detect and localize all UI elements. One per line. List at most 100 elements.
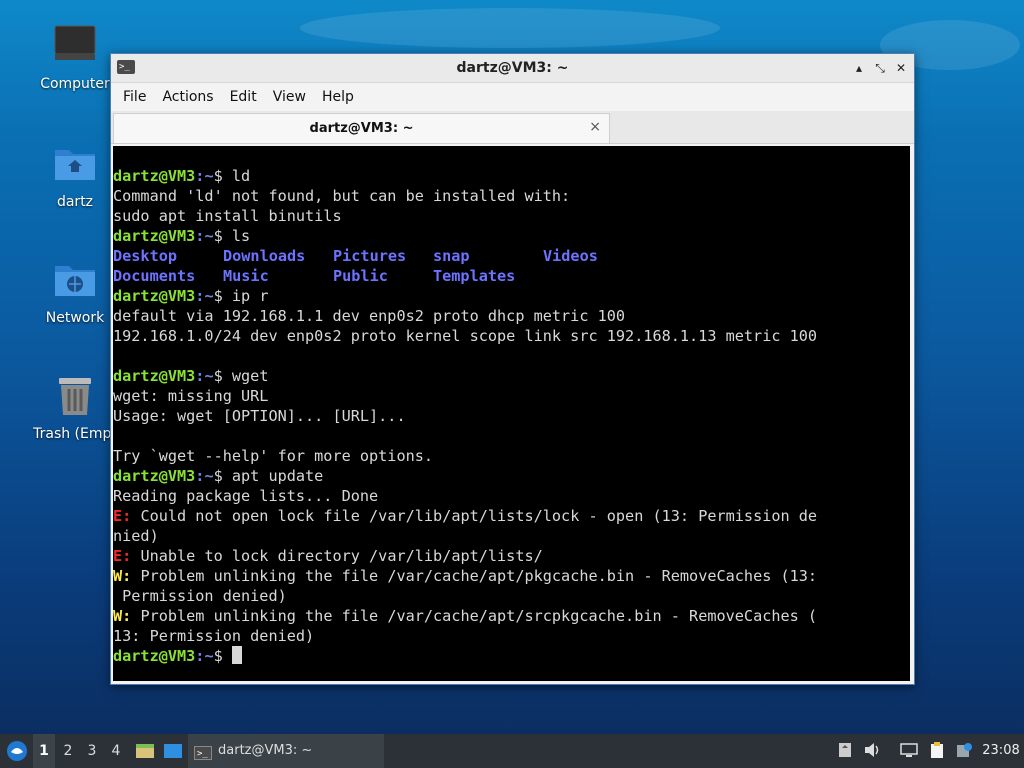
- prompt-path: :~: [195, 467, 214, 485]
- menu-bar: File Actions Edit View Help: [111, 83, 914, 111]
- prompt-path: :~: [195, 227, 214, 245]
- command-text: ls: [231, 227, 251, 245]
- terminal-line: dartz@VM3:~$ ls: [113, 226, 910, 246]
- command-text: wget: [231, 367, 269, 385]
- warning-prefix: W:: [113, 567, 132, 585]
- ls-entry: Public: [333, 267, 388, 285]
- show-desktop-button[interactable]: [161, 734, 185, 768]
- volume-icon[interactable]: [861, 742, 883, 760]
- ls-output-row: Desktop Downloads Pictures snap Videos: [113, 246, 910, 266]
- tab-bar: dartz@VM3: ~ ×: [111, 111, 914, 144]
- notes-icon: [931, 742, 943, 758]
- file-manager-icon: [136, 743, 154, 758]
- ls-entry: Videos: [543, 247, 598, 265]
- terminal-line: 13: Permission denied): [113, 627, 315, 645]
- terminal-line: dartz@VM3:~$ ip r: [113, 286, 910, 306]
- lubuntu-logo-icon: [7, 740, 27, 761]
- ls-entry: Desktop: [113, 247, 178, 265]
- update-notifier-icon[interactable]: [953, 742, 975, 760]
- ls-entry: Music: [223, 267, 269, 285]
- warning-prefix: W:: [113, 607, 132, 625]
- taskbar-task-terminal[interactable]: >_ dartz@VM3: ~: [188, 734, 384, 768]
- prompt-sign: $: [213, 287, 232, 305]
- terminal-error-line: E: Unable to lock directory /var/lib/apt…: [113, 546, 910, 566]
- clock[interactable]: 23:08: [978, 734, 1024, 768]
- terminal-line: 192.168.1.0/24 dev enp0s2 proto kernel s…: [113, 327, 818, 345]
- prompt-path: :~: [195, 647, 214, 665]
- workspace-1[interactable]: 1: [33, 734, 55, 768]
- terminal-line: wget: missing URL: [113, 387, 269, 405]
- prompt-sign: $: [213, 467, 232, 485]
- tab-close-icon[interactable]: ×: [589, 119, 601, 135]
- prompt-path: :~: [195, 367, 214, 385]
- prompt-user: dartz@VM3: [113, 367, 196, 385]
- menu-edit[interactable]: Edit: [222, 89, 265, 105]
- start-menu-button[interactable]: [4, 734, 30, 768]
- terminal-line: Usage: wget [OPTION]... [URL]...: [113, 407, 406, 425]
- speaker-icon: [865, 743, 879, 757]
- terminal-line: default via 192.168.1.1 dev enp0s2 proto…: [113, 307, 626, 325]
- trash-icon: [51, 372, 99, 420]
- menu-actions[interactable]: Actions: [154, 89, 221, 105]
- prompt-sign: $: [213, 367, 232, 385]
- wallpaper-ripple: [300, 8, 720, 48]
- file-manager-launcher[interactable]: [133, 734, 157, 768]
- terminal-output[interactable]: dartz@VM3:~$ ld Command 'ld' not found, …: [113, 146, 910, 681]
- tab-label: dartz@VM3: ~: [309, 121, 414, 136]
- terminal-line: dartz@VM3:~$ ld: [113, 166, 910, 186]
- terminal-line: Try `wget --help' for more options.: [113, 447, 434, 465]
- network-tray-icon[interactable]: [898, 742, 920, 760]
- terminal-line: dartz@VM3:~$ wget: [113, 366, 910, 386]
- terminal-line: Reading package lists... Done: [113, 487, 379, 505]
- terminal-line: Permission denied): [113, 587, 287, 605]
- text-cursor: [231, 646, 242, 664]
- tray-clipboard-icon[interactable]: [834, 742, 856, 760]
- prompt-user: dartz@VM3: [113, 167, 196, 185]
- workspace-4[interactable]: 4: [105, 734, 127, 768]
- terminal-task-icon: >_: [194, 746, 212, 760]
- prompt-user: dartz@VM3: [113, 287, 196, 305]
- ls-entry: Pictures: [333, 247, 407, 265]
- update-icon: [957, 743, 972, 757]
- workspace-2[interactable]: 2: [57, 734, 79, 768]
- prompt-user: dartz@VM3: [113, 647, 196, 665]
- command-text: ip r: [231, 287, 269, 305]
- home-folder-icon: [51, 140, 99, 188]
- menu-help[interactable]: Help: [314, 89, 362, 105]
- tab-terminal[interactable]: dartz@VM3: ~ ×: [113, 113, 610, 143]
- menu-view[interactable]: View: [265, 89, 314, 105]
- prompt-sign: $: [213, 167, 232, 185]
- terminal-input-line[interactable]: dartz@VM3:~$: [113, 646, 910, 666]
- command-text: apt update: [231, 467, 324, 485]
- error-text: Unable to lock directory /var/lib/apt/li…: [131, 547, 543, 565]
- ls-entry: Downloads: [223, 247, 306, 265]
- close-button[interactable]: ✕: [892, 59, 910, 77]
- window-titlebar[interactable]: >_ dartz@VM3: ~ ▴ ⤡ ✕: [111, 54, 914, 83]
- computer-icon: [51, 22, 99, 70]
- taskbar: 1 2 3 4 >_ dartz@VM3: ~ 23:08: [0, 734, 1024, 768]
- terminal-warning-line: W: Problem unlinking the file /var/cache…: [113, 566, 910, 586]
- network-folder-icon: [51, 256, 99, 304]
- ls-entry: Templates: [433, 267, 516, 285]
- prompt-path: :~: [195, 167, 214, 185]
- terminal-error-line: E: Could not open lock file /var/lib/apt…: [113, 506, 910, 526]
- warning-text: Problem unlinking the file /var/cache/ap…: [131, 607, 818, 625]
- prompt-user: dartz@VM3: [113, 467, 196, 485]
- minimize-button[interactable]: ▴: [850, 59, 868, 77]
- ls-entry: Documents: [113, 267, 196, 285]
- maximize-button[interactable]: ⤡: [871, 59, 889, 77]
- error-text: Could not open lock file /var/lib/apt/li…: [131, 507, 818, 525]
- terminal-line: Command 'ld' not found, but can be insta…: [113, 187, 571, 205]
- window-title: dartz@VM3: ~: [456, 60, 569, 76]
- terminal-warning-line: W: Problem unlinking the file /var/cache…: [113, 606, 910, 626]
- desktop-icon: [164, 743, 182, 758]
- menu-file[interactable]: File: [115, 89, 154, 105]
- terminal-line: dartz@VM3:~$ apt update: [113, 466, 910, 486]
- notes-tray-icon[interactable]: [926, 742, 948, 760]
- workspace-3[interactable]: 3: [81, 734, 103, 768]
- prompt-path: :~: [195, 287, 214, 305]
- terminal-line: nied): [113, 527, 159, 545]
- error-prefix: E:: [113, 507, 132, 525]
